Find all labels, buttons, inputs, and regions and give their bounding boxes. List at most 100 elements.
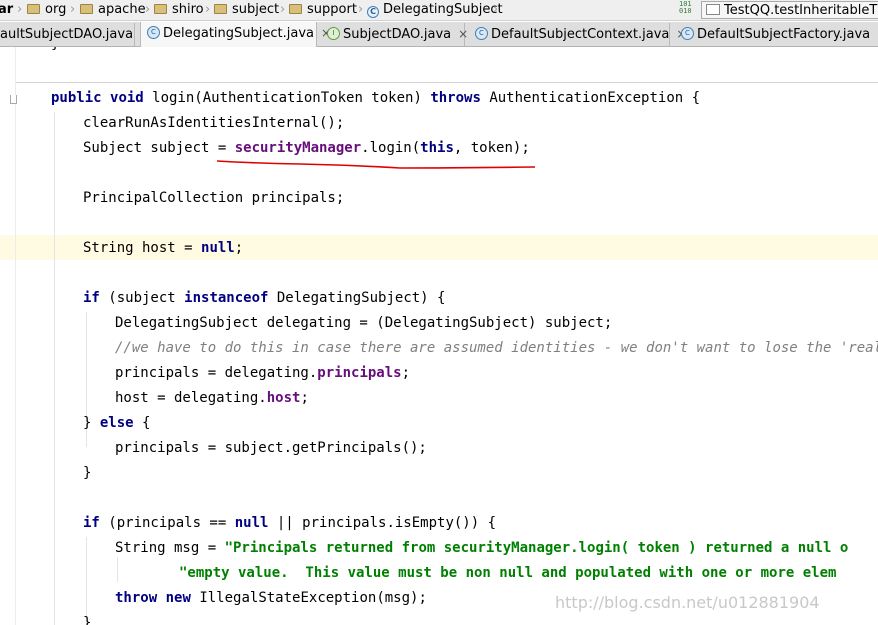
code-token: throw	[115, 590, 158, 606]
code-token: ;	[234, 240, 244, 256]
code-token: if	[83, 515, 100, 531]
breadcrumb-item-subject[interactable]: subject	[214, 0, 279, 20]
indent-guide	[54, 112, 55, 625]
code-token: AuthenticationException {	[480, 90, 701, 106]
code-token: }	[83, 465, 92, 481]
tab-defaultsubjectfactory[interactable]: CDefaultSubjectFactory.java×	[675, 23, 878, 46]
code-token: PrincipalCollection principals;	[83, 190, 345, 206]
code-line: host = delegating.host;	[115, 386, 309, 411]
code-token: IllegalStateException(msg);	[190, 590, 427, 606]
tab-delegatingsubject[interactable]: CDelegatingSubject.java×	[140, 22, 331, 47]
code-line: principals = delegating.principals;	[115, 361, 410, 386]
class-icon: C	[367, 6, 379, 18]
folder-icon	[289, 4, 302, 14]
breadcrumb-separator: ›	[358, 2, 364, 17]
code-line: }	[83, 611, 91, 625]
code-token: new	[165, 590, 191, 606]
watermark-text: http://blog.csdn.net/u012881904	[555, 593, 820, 612]
code-line: public void login(AuthenticationToken to…	[51, 86, 700, 111]
code-line: DelegatingSubject delegating = (Delegati…	[115, 311, 612, 336]
tab-defaultsubjectcontext[interactable]: CDefaultSubjectContext.java×	[469, 23, 686, 46]
breadcrumb-item-apache[interactable]: apache	[80, 0, 146, 20]
code-token: clearRunAsIdentitiesInternal();	[83, 115, 345, 131]
code-token: DelegatingSubject) {	[268, 290, 446, 306]
code-token: instanceof	[184, 290, 269, 306]
class-icon: C	[147, 26, 160, 39]
code-line: } else {	[83, 411, 150, 436]
code-token: }	[51, 47, 59, 52]
method-separator	[16, 82, 878, 83]
tab-subjectdao[interactable]: I SubjectDAO.java ×	[321, 23, 468, 46]
folder-icon	[27, 4, 40, 14]
breadcrumb-item-shiro[interactable]: shiro	[154, 0, 204, 20]
editor-tab-bar: aultSubjectDAO.java× CDelegatingSubject.…	[0, 22, 878, 47]
code-token: "Principals returned from securityManage…	[224, 540, 849, 556]
code-token: this	[420, 140, 454, 156]
breadcrumb-separator: ›	[280, 2, 286, 17]
code-editor[interactable]: } public void login(AuthenticationToken …	[0, 47, 878, 625]
breadcrumb-separator: ›	[17, 2, 23, 17]
breadcrumb-separator: ›	[70, 2, 76, 17]
breadcrumb-item-org[interactable]: org	[27, 0, 66, 20]
code-token: (subject	[99, 290, 185, 306]
code-token: , token);	[453, 140, 530, 156]
interface-icon: I	[327, 27, 340, 40]
code-token: {	[133, 415, 151, 431]
code-line: "empty value. This value must be non nul…	[179, 561, 836, 586]
code-token: ;	[300, 390, 309, 406]
code-line: Subject subject = securityManager.login(…	[83, 136, 530, 161]
close-icon[interactable]: ×	[458, 23, 468, 46]
code-token: (principals ==	[99, 515, 235, 531]
class-icon: C	[681, 27, 694, 40]
folder-icon	[80, 4, 93, 14]
code-token: ;	[401, 365, 411, 381]
breadcrumb-item-delegatingsubject[interactable]: C DelegatingSubject	[367, 0, 503, 20]
code-token: DelegatingSubject delegating = (Delegati…	[115, 315, 613, 331]
fold-icon[interactable]	[10, 95, 17, 104]
gutter-border	[15, 47, 16, 625]
navigation-bar: ar › org › apache › shiro › subject › su…	[0, 0, 878, 21]
tab-defaultsubjectdao[interactable]: aultSubjectDAO.java×	[0, 23, 150, 46]
code-line: PrincipalCollection principals;	[83, 186, 344, 211]
breadcrumb-separator: ›	[205, 2, 211, 17]
breadcrumb-item-support[interactable]: support	[289, 0, 357, 20]
code-token: || principals.isEmpty()) {	[268, 515, 497, 531]
folder-icon	[214, 4, 227, 14]
run-configuration-selector[interactable]: TestQQ.testInheritableThre	[701, 1, 878, 19]
code-line: if (principals == null || principals.isE…	[83, 511, 496, 536]
code-token: principals = subject.getPrincipals();	[115, 440, 427, 456]
code-line: clearRunAsIdentitiesInternal();	[83, 111, 344, 136]
folder-icon	[154, 4, 167, 14]
code-token: principals = delegating.	[115, 365, 318, 381]
class-icon: C	[475, 27, 488, 40]
code-line: //we have to do this in case there are a…	[115, 336, 878, 361]
code-token: host = delegating.	[115, 390, 267, 406]
breadcrumb-item-jar[interactable]: ar	[0, 0, 13, 20]
code-token: }	[83, 615, 92, 625]
code-line: throw new IllegalStateException(msg);	[115, 586, 427, 611]
code-token: throws	[430, 90, 481, 106]
code-token: principals	[317, 365, 402, 381]
breadcrumb-separator: ›	[145, 2, 151, 17]
code-line: }	[83, 461, 91, 486]
vcs-update-icon[interactable]: 101 010	[679, 1, 693, 19]
code-token: host	[266, 390, 301, 406]
code-token: securityManager	[234, 140, 362, 156]
code-token: //we have to do this in case there are a…	[115, 340, 878, 356]
code-token: void	[110, 90, 144, 106]
code-token: String msg =	[115, 540, 225, 556]
code-line: }	[51, 47, 59, 57]
code-token: null	[201, 240, 235, 256]
code-line: if (subject instanceof DelegatingSubject…	[83, 286, 445, 311]
code-line: principals = subject.getPrincipals();	[115, 436, 427, 461]
code-token: else	[99, 415, 134, 431]
code-token: Subject subject =	[83, 140, 235, 156]
code-token: String host =	[83, 240, 202, 256]
code-token: }	[83, 415, 100, 431]
code-token: login(AuthenticationToken token)	[143, 90, 431, 106]
run-configuration-icon	[706, 4, 720, 15]
code-token: null	[234, 515, 269, 531]
breadcrumb-separator: ›	[493, 2, 499, 17]
